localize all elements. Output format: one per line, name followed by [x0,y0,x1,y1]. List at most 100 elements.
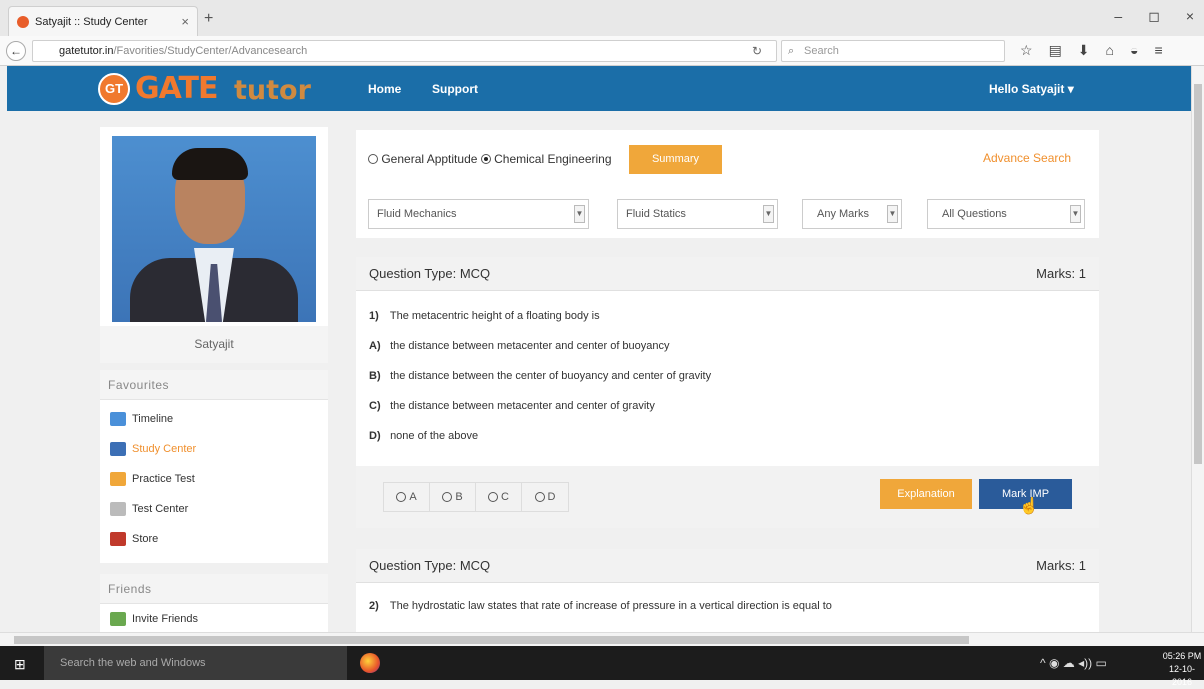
study-center-icon [110,442,126,456]
option-b: B) the distance between the center of bu… [369,370,711,382]
favourites-heading: Favourites [100,370,328,400]
sidebar-item-label: Test Center [132,503,189,515]
new-tab-button[interactable]: + [204,10,213,28]
taskbar-clock[interactable]: 05:26 PM 12-10-2016 [1160,650,1204,689]
minimize-icon[interactable]: – [1114,8,1122,25]
system-tray[interactable]: ^ ◉ ☁ ◂)) ▭ [1040,656,1107,670]
option-key: A) [369,340,381,352]
profile-name[interactable]: Satyajit [100,326,328,363]
radio-general-aptitude-label[interactable]: General Apptitude [381,152,477,166]
tab-close-icon[interactable]: × [181,14,189,29]
explanation-button[interactable]: Explanation [880,479,972,509]
radio-chemical-engineering-label[interactable]: Chemical Engineering [494,152,611,166]
star-icon[interactable]: ☆ [1020,42,1033,59]
chevron-down-icon: ▼ [887,205,898,223]
question-body: The metacentric height of a floating bod… [389,310,600,322]
window-controls: – ◻ × [1114,8,1194,25]
chevron-down-icon: ▼ [763,205,774,223]
practice-test-icon [110,472,126,486]
question-marks: Marks: 1 [1036,266,1086,281]
sidebar-item-test-center[interactable]: Test Center [100,494,328,524]
filter-card: General Apptitude Chemical Engineering S… [356,130,1099,238]
chevron-down-icon: ▼ [1070,205,1081,223]
summary-button[interactable]: Summary [629,145,722,174]
reload-icon[interactable]: ↻ [752,44,762,58]
test-center-icon [110,502,126,516]
question-type: Question Type: MCQ [369,266,491,281]
answer-radio-a[interactable]: A [384,483,430,511]
back-icon[interactable]: ← [6,41,26,61]
question-card: Question Type: MCQ Marks: 1 2) The hydro… [356,549,1099,632]
address-bar[interactable]: gatetutor.in/Favorities/StudyCenter/Adva… [32,40,777,62]
option-key: B) [369,370,381,382]
home-icon[interactable]: ⌂ [1106,42,1114,59]
sidebar-item-label: Store [132,533,159,545]
radio-general-aptitude[interactable] [368,154,378,164]
questions-select[interactable]: All Questions ▼ [927,199,1085,229]
topic-select[interactable]: Fluid Statics ▼ [617,199,778,229]
radio-chemical-engineering[interactable] [480,154,491,164]
browser-search-placeholder: Search [804,45,839,57]
sidebar-item-label: Invite Friends [132,613,199,625]
bookmarks-icon[interactable]: ▤ [1049,42,1062,59]
marks-select[interactable]: Any Marks ▼ [802,199,902,229]
firefox-icon[interactable] [360,653,380,673]
subject-select[interactable]: Fluid Mechanics ▼ [368,199,589,229]
menu-icon[interactable]: ≡ [1154,42,1162,59]
topic-select-value: Fluid Statics [626,208,686,220]
answer-radio-d[interactable]: D [522,483,568,511]
url-host: gatetutor.in [59,45,114,57]
option-text: the distance between the center of buoya… [390,370,712,382]
windows-start-icon[interactable]: ⊞ [14,656,26,673]
question-text: 2) The hydrostatic law states that rate … [369,600,832,612]
url-path: /Favorities/StudyCenter/Advancesearch [113,45,308,57]
tab-title: Satyajit :: Study Center [35,15,148,28]
option-a: A) the distance between metacenter and c… [369,340,670,352]
close-window-icon[interactable]: × [1186,8,1194,25]
profile-photo[interactable] [112,136,316,322]
question-header: Question Type: MCQ Marks: 1 [356,549,1099,583]
browser-search-input[interactable]: ⌕ Search [781,40,1005,62]
sidebar-item-invite-friends[interactable]: Invite Friends [100,604,328,632]
advance-search-link[interactable]: Advance Search [983,151,1071,165]
logo-text-gate[interactable]: GATE [135,71,218,106]
answer-radio-group: A B C D [383,482,569,512]
maximize-icon[interactable]: ◻ [1148,8,1160,25]
sidebar-item-timeline[interactable]: Timeline [100,404,328,434]
logo-badge[interactable]: GT [98,73,130,105]
sidebar-item-study-center[interactable]: Study Center [100,434,328,464]
download-icon[interactable]: ⬇ [1078,42,1090,59]
question-number: 1) [369,310,379,322]
option-key: C) [369,400,381,412]
option-text: the distance between metacenter and cent… [390,400,655,412]
questions-select-value: All Questions [942,208,1007,220]
sidebar-item-label: Practice Test [132,473,195,485]
sidebar-item-label: Timeline [132,413,174,425]
sidebar-item-practice-test[interactable]: Practice Test [100,464,328,494]
horizontal-scrollbar[interactable] [0,632,1204,646]
invite-friends-icon [110,612,126,626]
friends-heading: Friends [100,574,328,604]
pocket-icon[interactable]: ◒ [1130,42,1138,59]
taskbar-search-input[interactable]: Search the web and Windows [44,646,347,680]
logo-text-tutor[interactable]: tutor [234,75,311,106]
user-menu[interactable]: Hello Satyajit ▾ [989,82,1074,96]
sidebar-item-store[interactable]: Store [100,524,328,554]
nav-home-link[interactable]: Home [368,82,401,96]
vertical-scrollbar[interactable] [1191,66,1204,632]
nav-support-link[interactable]: Support [432,82,478,96]
question-footer: A B C D Explanation Mark IMP ☝ [356,466,1099,528]
option-d: D) none of the above [369,430,478,442]
answer-radio-b[interactable]: B [430,483,476,511]
question-body: The hydrostatic law states that rate of … [389,600,832,612]
hand-cursor-icon: ☝ [1019,498,1039,515]
browser-tab[interactable]: Satyajit :: Study Center × [8,6,198,36]
chevron-down-icon: ▼ [574,205,585,223]
question-header: Question Type: MCQ Marks: 1 [356,257,1099,291]
answer-radio-c[interactable]: C [476,483,522,511]
option-text: the distance between metacenter and cent… [390,340,670,352]
subject-select-value: Fluid Mechanics [377,208,457,220]
question-marks: Marks: 1 [1036,558,1086,573]
question-number: 2) [369,600,379,612]
subject-radio-group: General Apptitude Chemical Engineering [368,152,612,166]
